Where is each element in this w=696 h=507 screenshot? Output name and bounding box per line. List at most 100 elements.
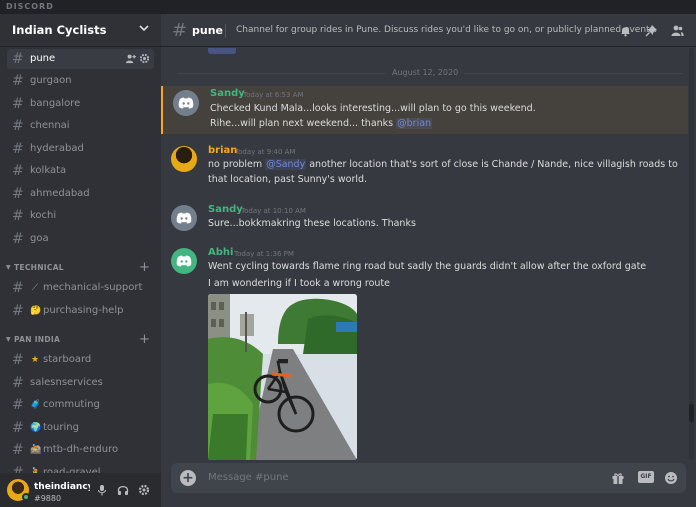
hash-icon: # [12,51,24,67]
globe-emoji-icon: 🌍 [30,423,42,433]
server-name: Indian Cyclists [12,23,107,37]
online-status-icon [22,493,30,501]
message-author[interactable]: brian [208,145,237,156]
channel-name: mtb-dh-enduro [43,444,119,455]
channel-chennai[interactable]: # chennai [7,116,154,136]
channel-pune[interactable]: # pune [7,49,154,69]
pin-icon[interactable] [645,24,658,37]
add-user-icon[interactable] [125,53,136,64]
gift-icon[interactable] [611,471,625,485]
channel-title: pune [192,24,223,37]
scrollbar-thumb[interactable] [689,404,694,422]
avatar[interactable] [173,90,199,116]
hash-icon: # [12,73,24,89]
scrollbar[interactable] [689,48,694,460]
channel-ahmedabad[interactable]: # ahmedabad [7,184,154,204]
message-text: Sure...bokkmakring these locations. Than… [208,218,416,229]
message-item[interactable]: Abhi Today at 1:36 PM Went cycling towar… [161,246,688,460]
channel-name: touring [43,422,79,433]
channel-topic[interactable]: Channel for group rides in Pune. Discuss… [236,25,657,35]
channel-label: chennai [30,120,70,131]
add-channel-icon[interactable]: + [139,260,150,275]
discord-window: DISCORD Indian Cyclists # pune # gurgaon … [0,0,696,507]
channel-kochi[interactable]: # kochi [7,206,154,226]
headphones-icon[interactable] [117,484,129,496]
emoji-icon[interactable] [664,471,678,485]
message-text: Rihe...will plan next weekend... thanks … [210,118,433,129]
channel-hyderabad[interactable]: # hyderabad [7,139,154,159]
discord-logo-icon [178,97,194,109]
channel-mtb-dh-enduro[interactable]: # 🚵 mtb-dh-enduro [7,440,154,460]
channel-label: 🌍 touring [30,422,79,433]
category-pan-india[interactable]: ▼ PAN INDIA + [4,332,154,347]
channel-list: # pune # gurgaon # bangalore # chennai # hyd… [0,48,161,473]
briefcase-emoji-icon: 🧳 [30,400,42,410]
channel-label: 🧳 commuting [30,399,100,410]
message-text: no problem @Sandy another location that'… [208,159,678,170]
channel-label: kolkata [30,165,67,176]
channel-gurgaon[interactable]: # gurgaon [7,71,154,91]
channel-starboard[interactable]: # ★ starboard [7,350,154,370]
chevron-down-icon[interactable] [137,21,151,35]
reaction-badge[interactable] [208,48,236,54]
channel-mechanical-support[interactable]: # ⟋ mechanical-support [7,278,154,298]
gif-button[interactable]: GIF [638,471,654,483]
image-attachment[interactable] [208,294,357,460]
channel-commuting[interactable]: # 🧳 commuting [7,395,154,415]
caret-down-icon: ▼ [6,264,11,271]
message-item[interactable]: Sandy Today at 6:53 AM Checked Kund Mala… [161,86,688,134]
hash-icon: # [12,280,24,296]
bell-icon[interactable] [619,24,632,37]
bicycle-photo [208,294,357,460]
username[interactable]: theindiancy... [34,482,90,492]
channel-purchasing-help[interactable]: # 🤔 purchasing-help [7,301,154,321]
hash-icon: # [12,208,24,224]
user-mention[interactable]: @Sandy [265,159,307,170]
channel-label: hyderabad [30,143,84,154]
add-channel-icon[interactable]: + [139,332,150,347]
message-text: Went cycling towards flame ring road but… [208,261,647,272]
channel-goa[interactable]: # goa [7,229,154,249]
message-author[interactable]: Abhi [208,247,233,258]
message-composer[interactable]: + Message #pune GIF [171,463,686,493]
upload-plus-icon[interactable]: + [180,470,196,486]
microphone-icon[interactable] [96,484,108,496]
gear-icon[interactable] [139,53,150,64]
category-label: TECHNICAL [14,263,64,272]
message-text: Checked Kund Mala...looks interesting...… [210,103,536,114]
category-technical[interactable]: ▼ TECHNICAL + [4,260,154,275]
server-header[interactable]: Indian Cyclists [0,14,161,47]
avatar[interactable] [171,205,197,231]
avatar[interactable] [171,248,197,274]
message-timestamp: Today at 9:40 AM [235,148,296,156]
hash-icon: # [12,465,24,473]
channel-kolkata[interactable]: # kolkata [7,161,154,181]
channel-road-gravel[interactable]: # 🚴 road-gravel [7,463,154,473]
message-author[interactable]: Sandy [210,88,245,99]
message-item[interactable]: brian Today at 9:40 AM no problem @Sandy… [161,144,688,192]
channel-bangalore[interactable]: # bangalore [7,94,154,114]
chat-area: # pune Channel for group rides in Pune. … [161,14,696,507]
message-item[interactable]: Sandy Today at 10:10 AM Sure...bokkmakri… [161,203,688,235]
channel-label: salesnservices [30,377,103,388]
message-text-fragment: Rihe...will plan next weekend... thanks [210,118,397,129]
message-text: I am wondering if I took a wrong route [208,278,390,289]
date-divider-label: August 12, 2020 [386,68,465,77]
channel-touring[interactable]: # 🌍 touring [7,418,154,438]
channel-label: ⟋ mechanical-support [30,282,143,293]
hash-icon: # [12,397,24,413]
hash-icon: # [12,375,24,391]
hash-icon: # [12,186,24,202]
message-text-fragment: another location that's sort of close is… [306,159,678,170]
user-mention[interactable]: @brian [396,118,433,129]
message-author[interactable]: Sandy [208,204,243,215]
user-tag: #9880 [34,494,62,503]
avatar[interactable] [171,146,197,172]
header-divider [225,24,226,38]
channel-salesnservices[interactable]: # salesnservices [7,373,154,393]
message-text: that location, past Sunny's world. [208,174,368,185]
members-icon[interactable] [671,24,684,37]
channel-label: ahmedabad [30,188,90,199]
message-input[interactable]: Message #pune [208,472,289,483]
gear-icon[interactable] [138,484,150,496]
